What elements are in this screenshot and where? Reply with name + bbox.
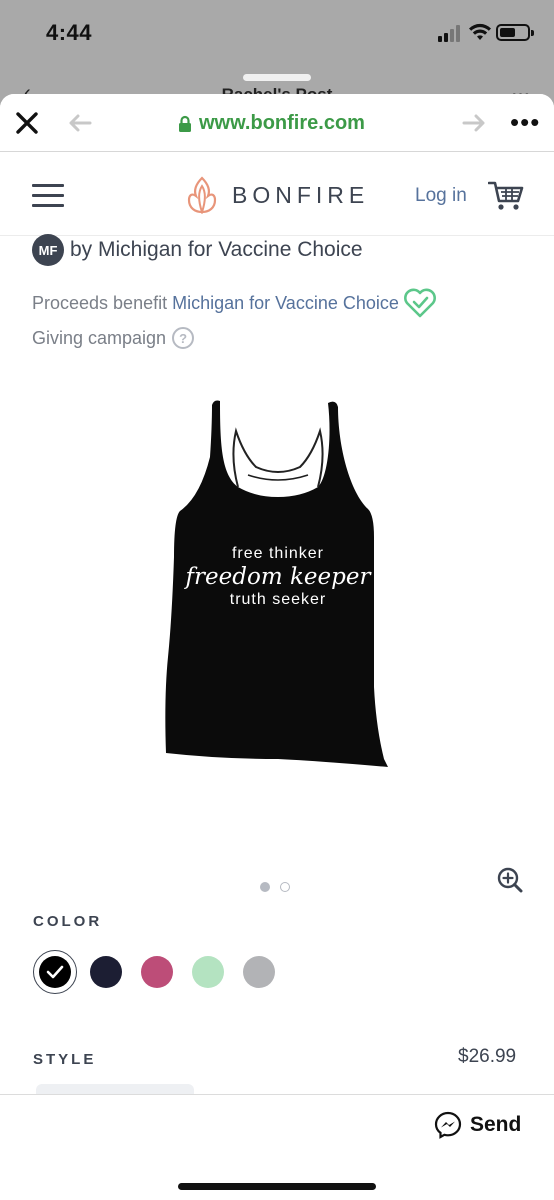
shirt-print: free thinker freedom keeper truth seeker: [160, 545, 396, 609]
flame-logo-icon: [187, 176, 217, 214]
giving-campaign-label: Giving campaign: [32, 327, 167, 348]
proceeds-row: Proceeds benefit Michigan for Vaccine Ch…: [32, 287, 437, 319]
swatch-black[interactable]: [33, 950, 77, 994]
style-label: STYLE: [33, 1051, 97, 1068]
heart-check-icon: [403, 288, 436, 318]
campaign-byline: MF by Michigan for Vaccine Choice: [32, 234, 363, 266]
logo-text: BONFIRE: [232, 181, 370, 208]
lock-icon: [179, 115, 191, 132]
proceeds-org-link[interactable]: Michigan for Vaccine Choice: [172, 293, 399, 314]
carousel-dot-1[interactable]: [260, 882, 270, 892]
swatch-black-chip: [39, 956, 71, 988]
help-icon[interactable]: ?: [172, 327, 195, 349]
hamburger-menu-icon[interactable]: [32, 184, 64, 207]
status-bar: 4:44: [0, 0, 554, 66]
zoom-in-icon[interactable]: [496, 866, 524, 894]
sheet-grabber[interactable]: [243, 74, 311, 81]
battery-icon: [496, 24, 534, 41]
proceeds-label: Proceeds benefit: [32, 292, 168, 313]
checkmark-icon: [46, 965, 64, 979]
swatch-gray[interactable]: [237, 950, 281, 994]
send-label: Send: [470, 1113, 522, 1136]
color-swatches: [33, 950, 288, 994]
in-app-browser-sheet: www.bonfire.com ••• ▬▬▬▬▬▬▬▬▬▬▬▬▬▬▬▬▬▬▬▬…: [0, 94, 554, 1200]
print-line-2: freedom keeper: [185, 564, 371, 590]
swatch-navy-chip: [90, 956, 122, 988]
organizer-name[interactable]: by Michigan for Vaccine Choice: [70, 238, 363, 262]
swatch-mint-chip: [192, 956, 224, 988]
swatch-navy[interactable]: [84, 950, 128, 994]
print-line-3: truth seeker: [229, 591, 327, 608]
cellular-signal-icon: [438, 24, 462, 42]
print-line-1: free thinker: [231, 545, 325, 562]
more-options-icon[interactable]: •••: [510, 109, 540, 135]
site-header: BONFIRE Log in: [0, 156, 554, 236]
organizer-avatar[interactable]: MF: [32, 234, 64, 266]
login-link[interactable]: Log in: [415, 185, 467, 207]
home-indicator[interactable]: [178, 1183, 376, 1190]
swatch-gray-chip: [243, 956, 275, 988]
url-display[interactable]: www.bonfire.com: [178, 112, 365, 135]
messenger-icon: [434, 1111, 462, 1139]
wifi-icon: [469, 23, 491, 40]
carousel-dots: [260, 882, 290, 892]
forward-arrow-icon[interactable]: [460, 111, 488, 135]
bonfire-logo[interactable]: BONFIRE: [186, 176, 369, 214]
background-more-icon: •••: [511, 86, 530, 94]
browser-toolbar: www.bonfire.com •••: [0, 94, 554, 152]
swatch-raspberry[interactable]: [135, 950, 179, 994]
back-arrow-icon[interactable]: [66, 111, 94, 135]
cart-icon[interactable]: [488, 180, 524, 212]
carousel-dot-2[interactable]: [280, 882, 290, 892]
status-time: 4:44: [46, 20, 93, 45]
color-label: COLOR: [33, 913, 103, 930]
close-icon[interactable]: [14, 110, 40, 136]
product-price: $26.99: [458, 1046, 517, 1067]
swatch-mint[interactable]: [186, 950, 230, 994]
swatch-raspberry-chip: [141, 956, 173, 988]
url-text: www.bonfire.com: [199, 112, 365, 134]
share-bar: Send: [0, 1094, 554, 1200]
giving-campaign-row: Giving campaign ?: [32, 327, 195, 349]
send-button[interactable]: Send: [434, 1111, 521, 1139]
